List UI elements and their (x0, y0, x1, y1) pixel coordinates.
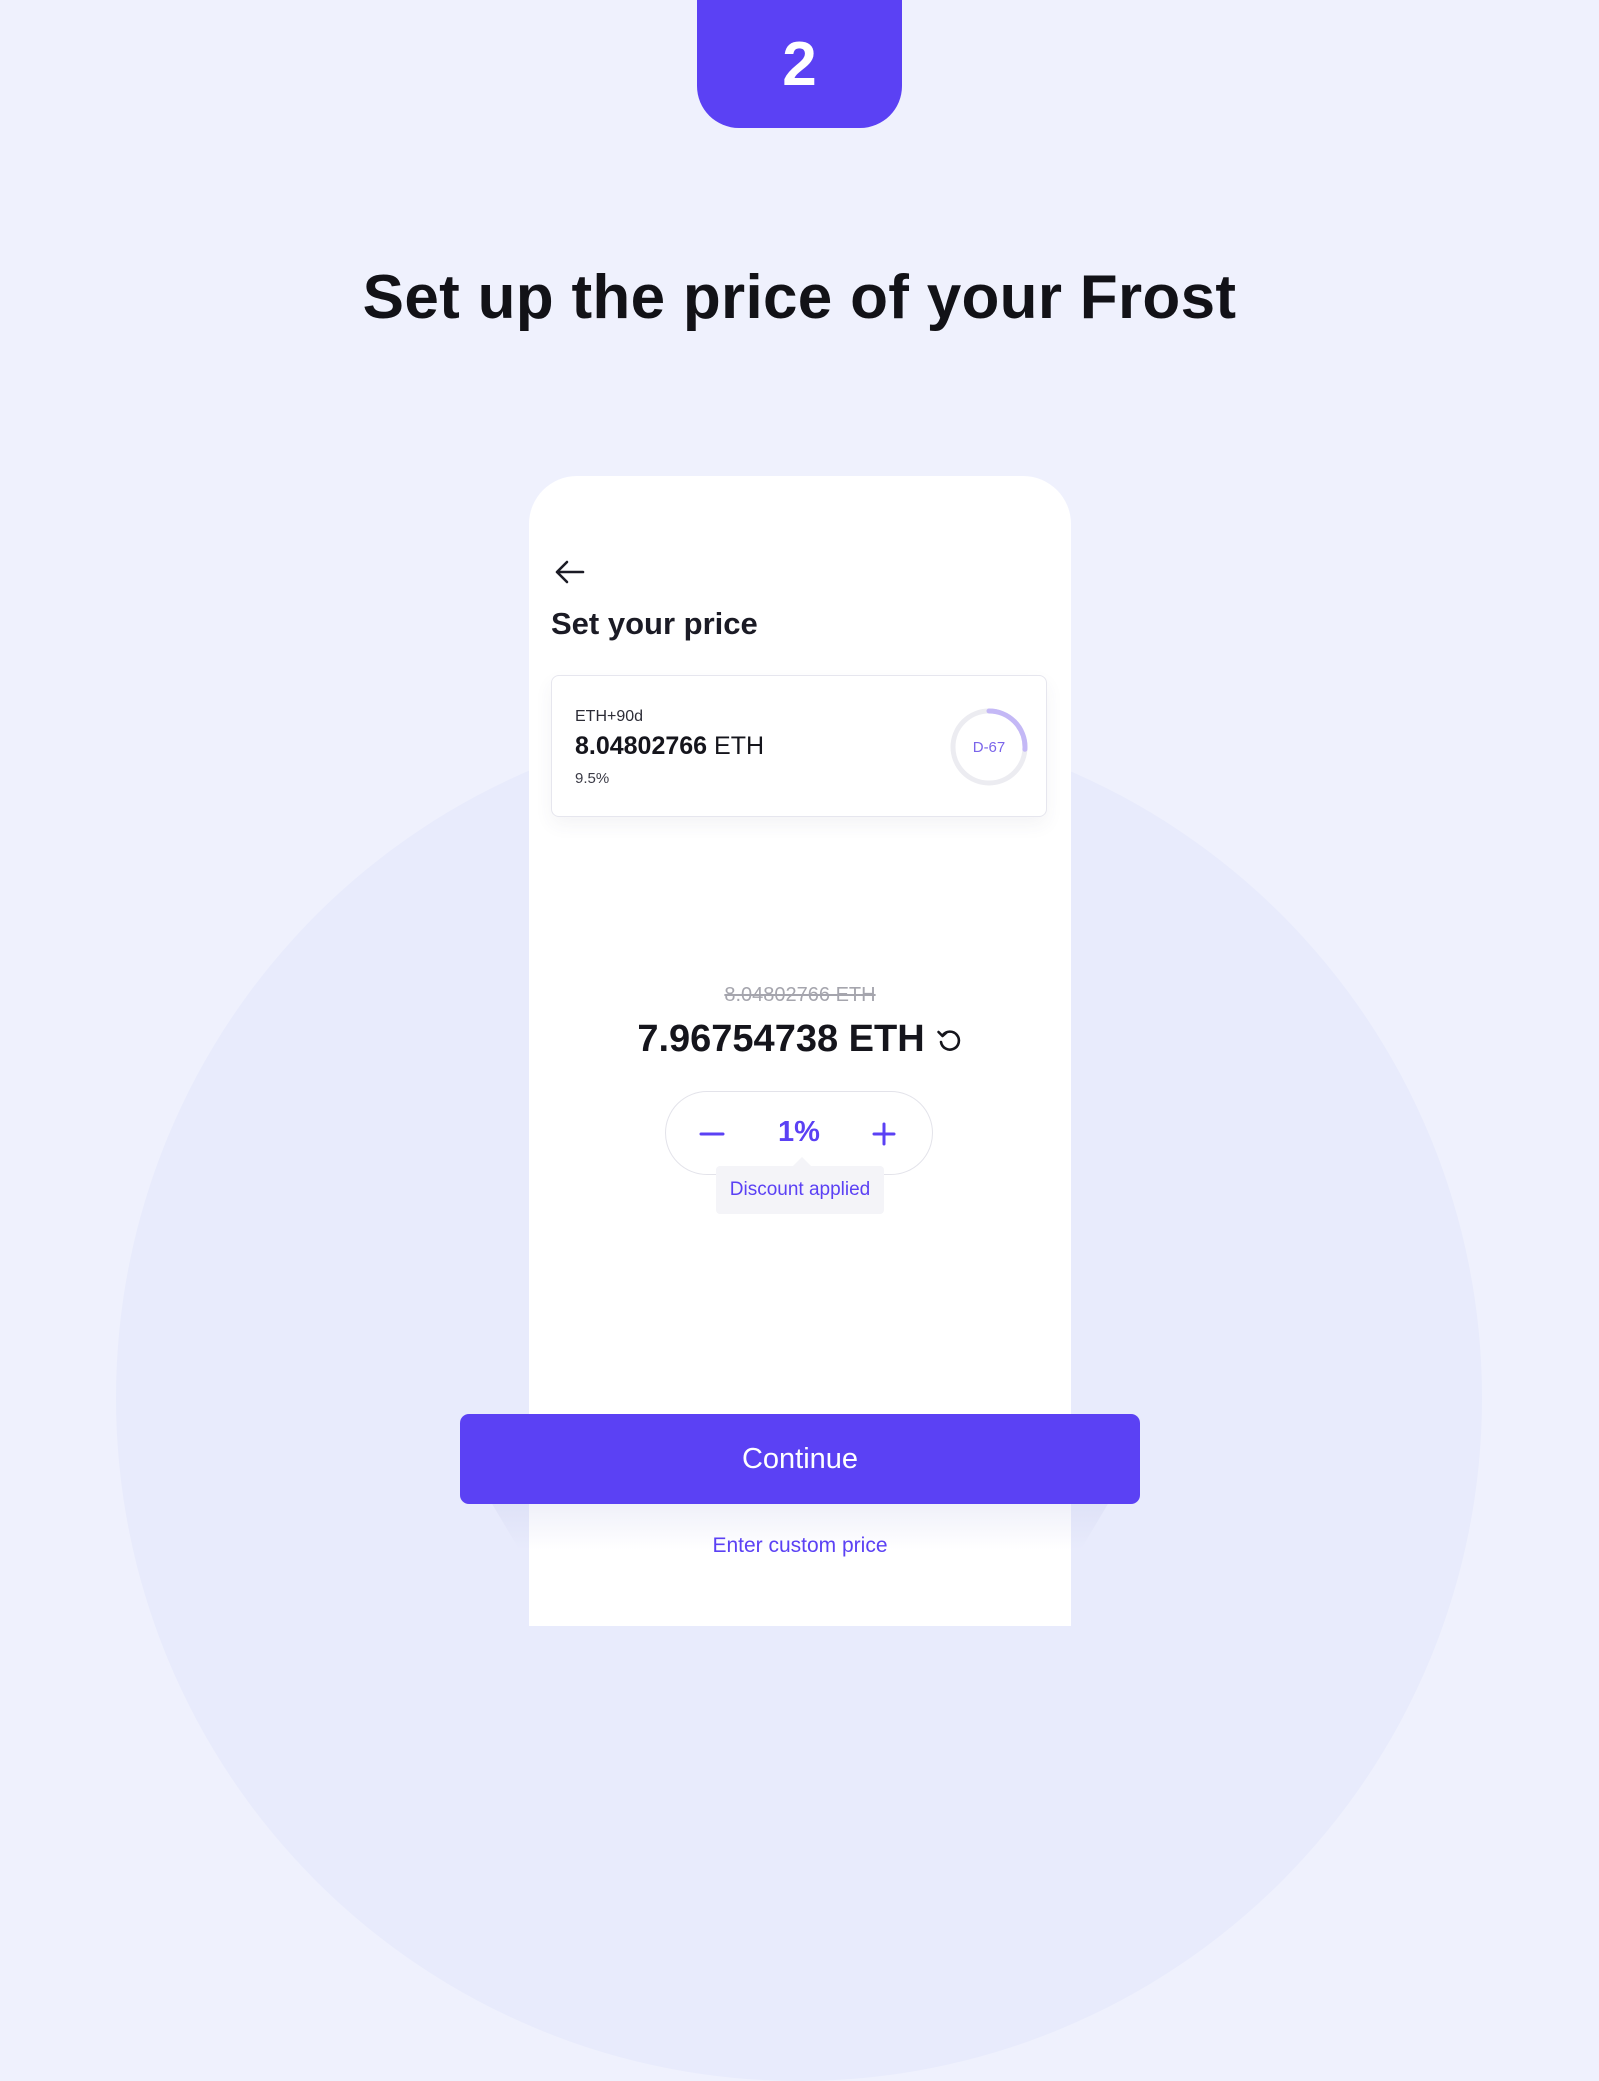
discount-tooltip: Discount applied (716, 1157, 884, 1214)
continue-button[interactable]: Continue (460, 1414, 1140, 1504)
asset-price-value: 8.04802766 (575, 732, 708, 760)
asset-price-unit: ETH (714, 732, 765, 760)
asset-price: 8.04802766 ETH (575, 732, 764, 761)
screen-title: Set your price (551, 606, 758, 641)
new-price: 7.96754738 ETH (637, 1018, 925, 1060)
asset-card: ETH+90d 8.04802766 ETH 9.5% D-67 (551, 675, 1047, 817)
increase-button[interactable] (862, 1112, 906, 1156)
asset-name: ETH+90d (575, 708, 644, 725)
arrow-left-icon[interactable] (553, 558, 585, 586)
step-number: 2 (782, 29, 817, 99)
plus-icon (872, 1122, 896, 1146)
page-headline: Set up the price of your Frost (362, 263, 1237, 332)
enter-custom-price-link[interactable]: Enter custom price (529, 1534, 1071, 1558)
step-number-badge: 2 (697, 0, 902, 128)
reset-icon[interactable] (935, 1026, 963, 1054)
new-price-row: 7.96754738 ETH (529, 1018, 1071, 1061)
countdown-badge: D-67 (972, 738, 1006, 756)
original-price: 8.04802766 ETH (724, 984, 876, 1006)
asset-rate: 9.5% (575, 770, 610, 787)
